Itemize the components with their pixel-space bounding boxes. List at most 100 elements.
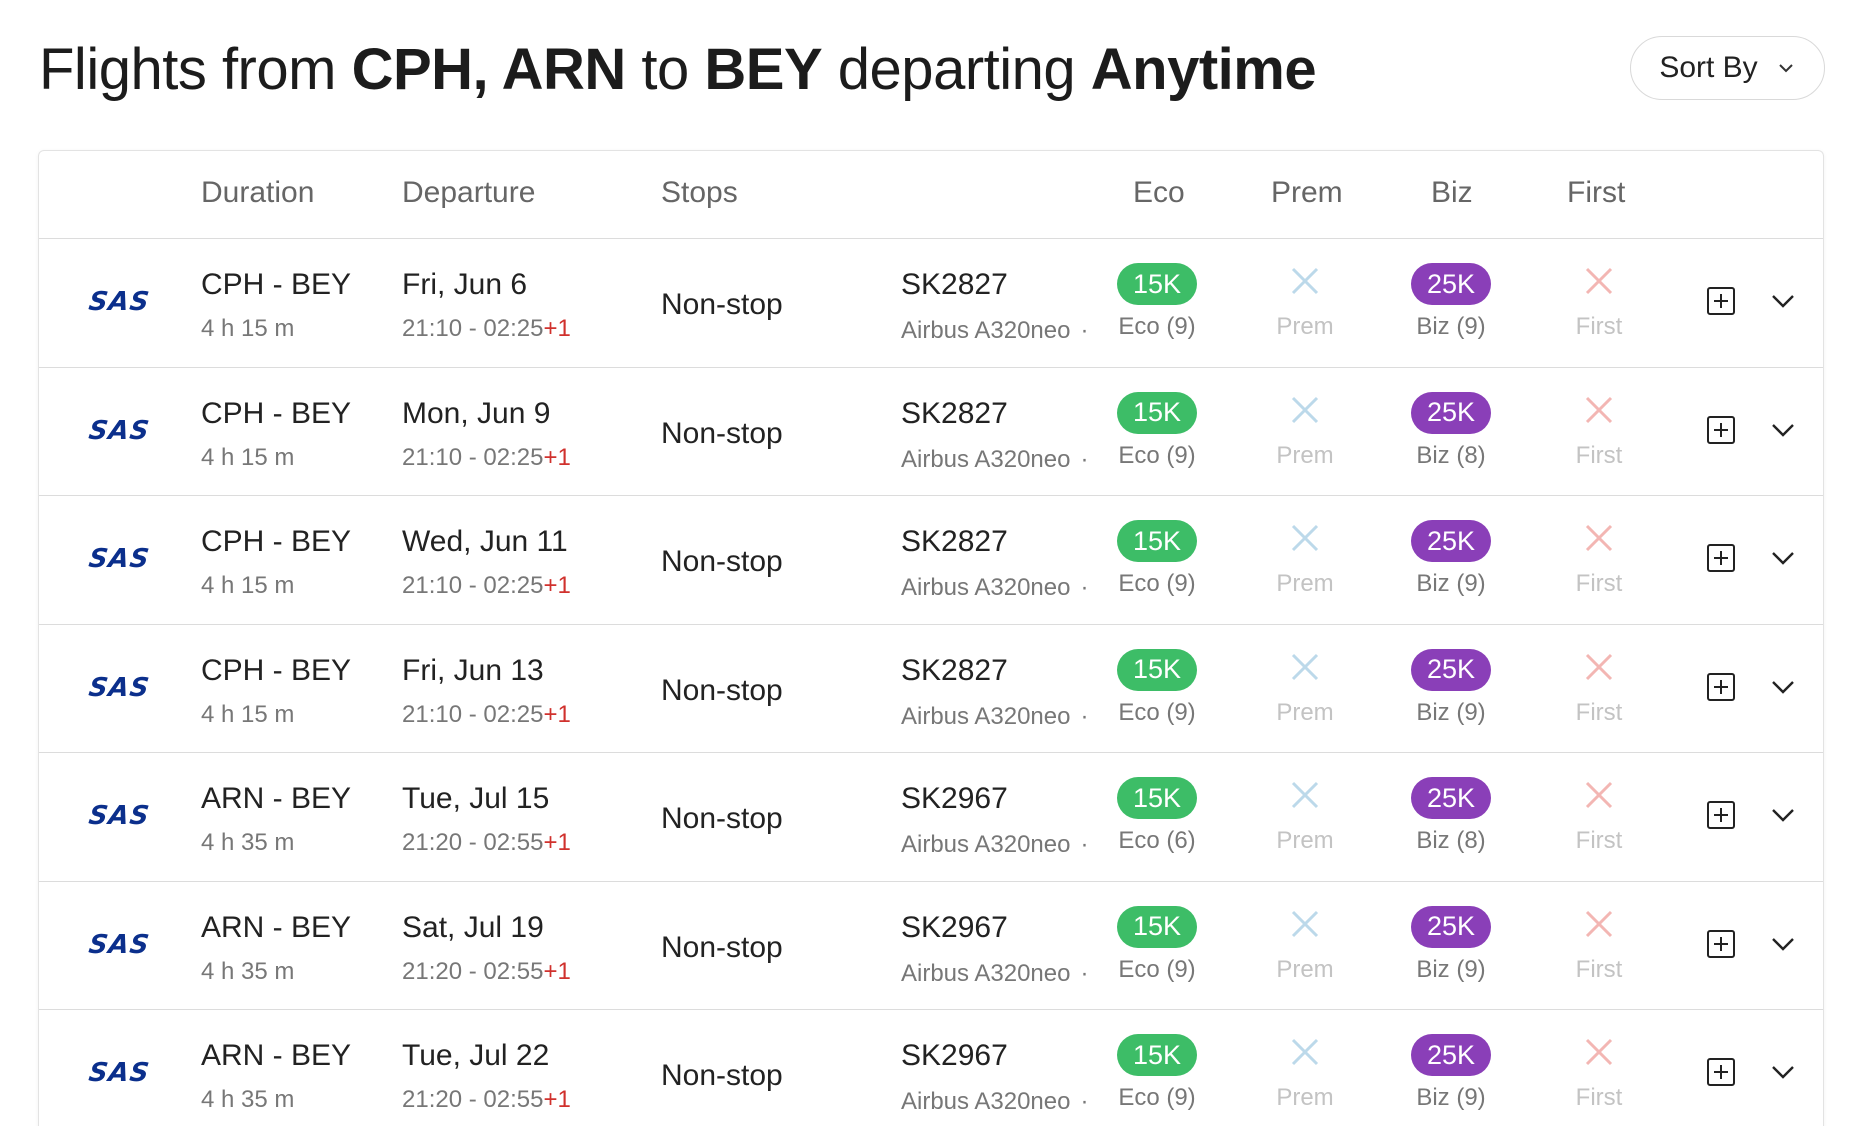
add-icon[interactable] xyxy=(1706,672,1736,702)
eco-seats: Eco (6) xyxy=(1118,827,1196,854)
next-day-indicator: +1 xyxy=(543,700,571,728)
departure-date: Fri, Jun 6 xyxy=(402,268,528,301)
sort-by-label: Sort By xyxy=(1659,51,1758,84)
aircraft: Airbus A320neo · xyxy=(901,574,1088,602)
expand-chevron-icon[interactable] xyxy=(1770,548,1796,568)
sort-by-button[interactable]: Sort By xyxy=(1630,36,1825,100)
first-label: First xyxy=(1575,1084,1623,1111)
airline-logo: SAS xyxy=(86,672,152,703)
eco-price-badge[interactable]: 15K xyxy=(1117,391,1197,434)
expand-chevron-icon[interactable] xyxy=(1770,805,1796,825)
aircraft-type: Airbus A320neo xyxy=(901,445,1071,473)
duration: 4 h 15 m xyxy=(201,700,295,728)
eco-price-badge[interactable]: 15K xyxy=(1117,263,1197,305)
expand-chevron-icon[interactable] xyxy=(1770,420,1796,440)
prem-label: Prem xyxy=(1276,570,1334,597)
biz-price-badge[interactable]: 25K xyxy=(1411,263,1491,305)
header-eco[interactable]: Eco xyxy=(1133,176,1185,210)
add-icon[interactable] xyxy=(1706,415,1736,445)
first-unavailable-icon xyxy=(1585,396,1613,423)
add-icon[interactable] xyxy=(1706,800,1736,830)
eco-price-badge[interactable]: 15K xyxy=(1117,777,1197,819)
expand-chevron-icon[interactable] xyxy=(1770,1062,1796,1082)
departure-date: Wed, Jun 11 xyxy=(402,525,568,558)
title-to: to xyxy=(641,37,689,102)
prem-unavailable-icon xyxy=(1291,396,1319,423)
prem-unavailable-icon xyxy=(1291,267,1319,295)
table-row[interactable]: SAS ARN - BEY 4 h 35 m Tue, Jul 15 21:20… xyxy=(39,753,1823,882)
separator-dot: · xyxy=(1080,317,1089,344)
add-icon[interactable] xyxy=(1706,929,1736,959)
departure-times: 21:10 - 02:25+1 xyxy=(402,315,571,343)
time-range: 21:10 - 02:25 xyxy=(402,443,544,471)
aircraft-type: Airbus A320neo xyxy=(901,574,1071,601)
airline-logo: SAS xyxy=(86,544,152,574)
add-icon[interactable] xyxy=(1706,1057,1736,1087)
departure-date: Tue, Jul 15 xyxy=(402,782,550,815)
table-row[interactable]: SAS CPH - BEY 4 h 15 m Wed, Jun 11 21:10… xyxy=(39,496,1823,625)
biz-seats: Biz (9) xyxy=(1416,570,1486,597)
first-unavailable-icon xyxy=(1585,910,1613,937)
prem-label: Prem xyxy=(1276,698,1334,726)
aircraft: Airbus A320neo · xyxy=(901,446,1088,474)
header-first[interactable]: First xyxy=(1567,176,1625,210)
table-row[interactable]: SAS CPH - BEY 4 h 15 m Fri, Jun 13 21:10… xyxy=(39,625,1823,753)
table-row[interactable]: SAS ARN - BEY 4 h 35 m Tue, Jul 22 21:20… xyxy=(39,1010,1823,1126)
departure-date: Fri, Jun 13 xyxy=(402,653,544,687)
departure-date: Tue, Jul 22 xyxy=(402,1039,550,1072)
first-label: First xyxy=(1575,313,1623,340)
first-label: First xyxy=(1575,698,1623,726)
biz-price-badge[interactable]: 25K xyxy=(1411,648,1491,691)
biz-seats: Biz (9) xyxy=(1416,1084,1486,1111)
expand-chevron-icon[interactable] xyxy=(1770,677,1796,697)
eco-price-badge[interactable]: 15K xyxy=(1117,1034,1197,1076)
duration: 4 h 35 m xyxy=(201,1086,295,1113)
add-icon[interactable] xyxy=(1706,543,1736,573)
biz-price-badge[interactable]: 25K xyxy=(1411,391,1491,434)
header-prem[interactable]: Prem xyxy=(1271,176,1343,210)
expand-chevron-icon[interactable] xyxy=(1770,934,1796,954)
table-row[interactable]: SAS ARN - BEY 4 h 35 m Sat, Jul 19 21:20… xyxy=(39,882,1823,1010)
airline-logo: SAS xyxy=(86,929,152,960)
duration: 4 h 15 m xyxy=(201,572,295,599)
header-stops[interactable]: Stops xyxy=(661,176,738,210)
header-biz[interactable]: Biz xyxy=(1431,176,1473,210)
time-range: 21:20 - 02:55 xyxy=(402,829,544,856)
add-icon[interactable] xyxy=(1706,286,1736,316)
aircraft-type: Airbus A320neo xyxy=(901,831,1071,858)
prem-unavailable-icon xyxy=(1291,524,1319,552)
first-unavailable-icon xyxy=(1585,1038,1613,1066)
chevron-down-icon xyxy=(1778,64,1793,73)
expand-chevron-icon[interactable] xyxy=(1770,291,1796,311)
table-row[interactable]: SAS CPH - BEY 4 h 15 m Fri, Jun 6 21:10 … xyxy=(39,239,1823,368)
prem-label: Prem xyxy=(1276,1084,1334,1111)
biz-price-badge[interactable]: 25K xyxy=(1411,905,1491,948)
first-unavailable-icon xyxy=(1585,267,1613,295)
next-day-indicator: +1 xyxy=(543,957,571,985)
stops: Non-stop xyxy=(661,673,783,707)
biz-price-badge[interactable]: 25K xyxy=(1411,777,1491,819)
eco-price-badge[interactable]: 15K xyxy=(1117,905,1197,948)
aircraft-type: Airbus A320neo xyxy=(901,702,1071,730)
time-range: 21:10 - 02:25 xyxy=(402,700,544,728)
departure-date: Sat, Jul 19 xyxy=(402,910,544,944)
title-when: Anytime xyxy=(1090,37,1317,102)
eco-price-badge[interactable]: 15K xyxy=(1117,648,1197,691)
biz-price-badge[interactable]: 25K xyxy=(1411,1034,1491,1076)
flight-number: SK2827 xyxy=(901,268,1008,301)
departure-times: 21:20 - 02:55+1 xyxy=(402,958,571,986)
biz-price-badge[interactable]: 25K xyxy=(1411,520,1491,562)
prem-label: Prem xyxy=(1276,827,1334,854)
page-title: Flights from CPH, ARN to BEY departing A… xyxy=(39,36,1317,103)
header-duration[interactable]: Duration xyxy=(201,176,314,210)
biz-seats: Biz (8) xyxy=(1416,441,1486,469)
table-row[interactable]: SAS CPH - BEY 4 h 15 m Mon, Jun 9 21:10 … xyxy=(39,368,1823,496)
aircraft: Airbus A320neo · xyxy=(901,831,1088,859)
eco-price-badge[interactable]: 15K xyxy=(1117,520,1197,562)
eco-seats: Eco (9) xyxy=(1118,313,1196,340)
prem-unavailable-icon xyxy=(1291,781,1319,809)
flight-number: SK2827 xyxy=(901,653,1008,687)
header-departure[interactable]: Departure xyxy=(402,176,535,210)
table-body: SAS CPH - BEY 4 h 15 m Fri, Jun 6 21:10 … xyxy=(39,239,1823,1126)
next-day-indicator: +1 xyxy=(543,315,571,342)
